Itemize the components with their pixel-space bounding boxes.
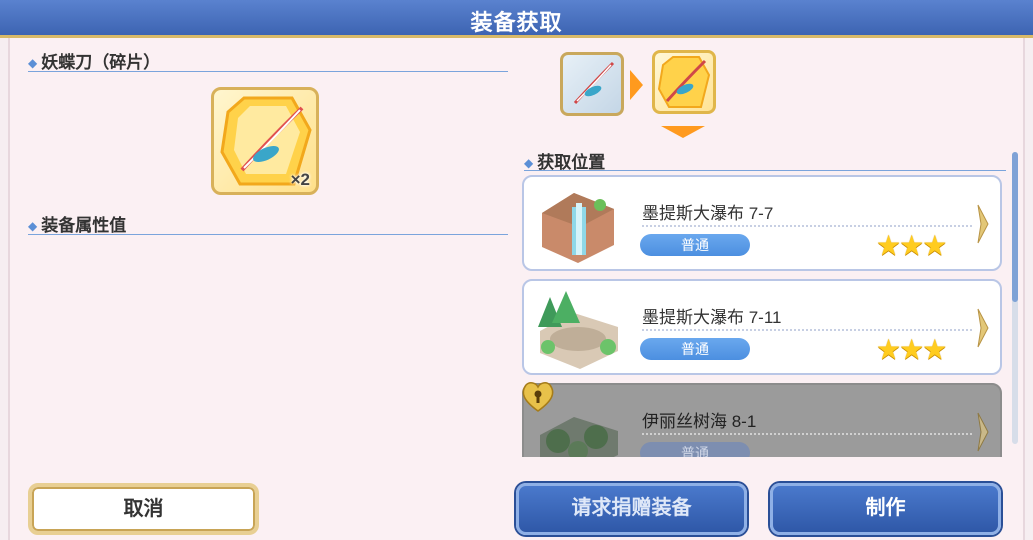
arrow-down-icon (661, 126, 705, 138)
divider (642, 329, 972, 331)
difficulty-badge: 普通 (640, 442, 750, 457)
difficulty-badge: 普通 (640, 234, 750, 256)
stage-name: 伊丽丝树海 8-1 (642, 412, 757, 431)
stage-name: 墨提斯大瀑布 7-7 (642, 204, 774, 223)
star-icon: ★ (876, 334, 902, 365)
star-icon: ★ (899, 230, 925, 261)
star-icon: ★ (922, 334, 948, 365)
arrow-right-icon (630, 70, 643, 100)
star-icon: ★ (899, 334, 925, 365)
item-name-heading: ◆ 妖蝶刀（碎片） (28, 48, 160, 73)
source-list[interactable]: 墨提斯大瀑布 7-7 普通 ★★★ 墨提斯大瀑布 7-11 普通 ★★★ 伊丽丝… (514, 145, 1023, 457)
chevron-right-icon[interactable] (976, 411, 990, 453)
stage-name: 墨提斯大瀑布 7-11 (642, 308, 782, 327)
stats-heading: ◆ 装备属性值 (28, 211, 126, 236)
chevron-right-icon[interactable] (976, 203, 990, 245)
forest-stage-icon (538, 291, 618, 369)
blade-icon[interactable] (560, 52, 624, 116)
star-icon: ★ (876, 230, 902, 261)
item-name: 妖蝶刀（碎片） (41, 53, 161, 72)
dialog-title: 装备获取 (470, 10, 563, 35)
divider (642, 433, 972, 435)
scrollbar-thumb[interactable] (1012, 152, 1018, 302)
star-icon: ★ (922, 230, 948, 261)
divider (28, 71, 508, 72)
source-entry[interactable]: 墨提斯大瀑布 7-11 普通 ★★★ (522, 279, 1002, 375)
diamond-bullet-icon: ◆ (28, 219, 38, 233)
stats-heading-label: 装备属性值 (41, 216, 127, 235)
star-rating: ★★★ (876, 230, 948, 262)
waterfall-stage-icon (542, 193, 614, 263)
divider (642, 225, 972, 227)
diamond-bullet-icon: ◆ (28, 56, 38, 70)
craft-button[interactable]: 制作 (770, 483, 1001, 535)
difficulty-badge: 普通 (640, 338, 750, 360)
cancel-button[interactable]: 取消 (28, 483, 259, 535)
lock-icon (522, 382, 554, 412)
blade-fragment-icon[interactable]: ×2 (211, 87, 319, 195)
divider (28, 234, 508, 235)
star-rating: ★★★ (876, 334, 948, 366)
request-donation-button[interactable]: 请求捐赠装备 (516, 483, 747, 535)
source-entry[interactable]: 墨提斯大瀑布 7-7 普通 ★★★ (522, 175, 1002, 271)
scrollbar[interactable] (1012, 152, 1018, 444)
chevron-right-icon[interactable] (976, 307, 990, 349)
source-entry-locked[interactable]: 伊丽丝树海 8-1 普通 (522, 382, 1002, 457)
title-bar: 装备获取 (0, 0, 1033, 38)
blade-fragment-small-icon[interactable] (652, 50, 716, 114)
item-quantity: ×2 (290, 170, 310, 189)
